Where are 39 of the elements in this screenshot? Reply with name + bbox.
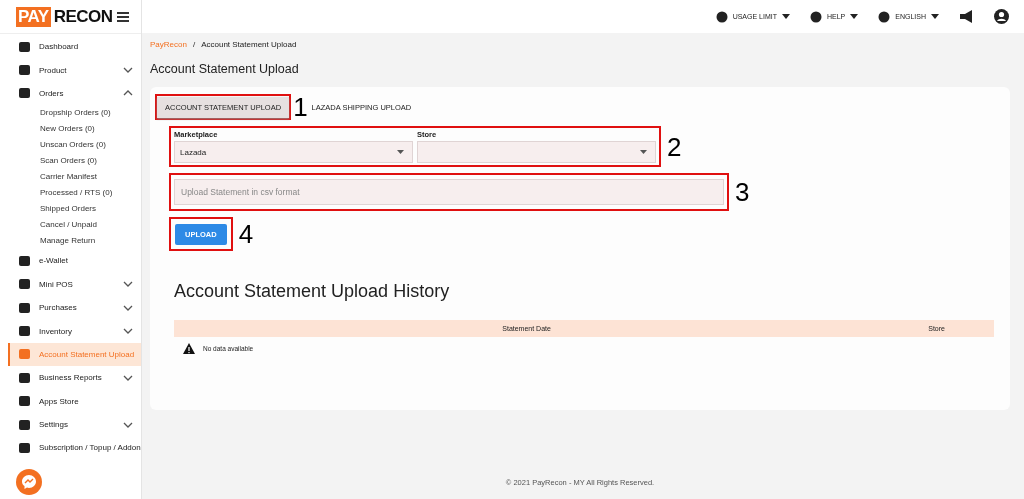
sidebar-item[interactable]: Settings xyxy=(8,412,141,437)
page-title: Account Statement Upload xyxy=(150,62,300,76)
logo: PAY RECON xyxy=(16,6,113,27)
sidebar-subitem[interactable]: Manage Return xyxy=(0,233,141,250)
sidebar-item[interactable]: e-Wallet xyxy=(8,249,141,273)
sidebar-item[interactable]: Product xyxy=(8,58,141,82)
sidebar-item[interactable]: Apps Store xyxy=(8,389,141,413)
select-field[interactable]: Lazada xyxy=(174,141,413,163)
sidebar-subitem[interactable]: Processed / RTS (0) xyxy=(0,185,141,202)
chat-bubble-icon[interactable] xyxy=(16,469,42,495)
sidebar-item[interactable]: Subscription / Topup / Addon xyxy=(8,436,141,460)
select-field[interactable] xyxy=(417,141,656,163)
sidebar-item[interactable]: Orders xyxy=(8,81,141,106)
sidebar-subitem[interactable]: Scan Orders (0) xyxy=(0,153,141,170)
menu-icon[interactable] xyxy=(117,11,129,22)
sidebar-subitem[interactable]: Carrier Manifest xyxy=(0,169,141,186)
caret-icon xyxy=(397,150,404,154)
callout-number: 1 xyxy=(293,94,308,120)
sidebar-subitem[interactable]: Dropship Orders (0) xyxy=(0,105,141,122)
sidebar-subitem[interactable]: Cancel / Unpaid xyxy=(0,217,141,234)
sidebar-subitem[interactable]: Shipped Orders xyxy=(0,201,141,218)
megaphone-icon[interactable] xyxy=(959,10,974,23)
sidebar-item[interactable]: Mini POS xyxy=(8,272,141,296)
sidebar-item[interactable]: Business Reports xyxy=(8,366,141,390)
breadcrumb-separator: / xyxy=(192,40,196,49)
file-input-field[interactable]: Upload Statement in csv format xyxy=(174,179,724,205)
sidebar-item[interactable]: Dashboard xyxy=(8,35,141,59)
section-title: Account Statement Upload History xyxy=(174,281,451,302)
sidebar-item[interactable]: Inventory xyxy=(8,319,141,343)
caret-icon xyxy=(640,150,647,154)
callout-number: 4 xyxy=(238,221,254,247)
sidebar-subitem[interactable]: Unscan Orders (0) xyxy=(0,137,141,154)
breadcrumb-current: Account Statement Upload xyxy=(201,40,297,49)
sidebar-item[interactable]: Purchases xyxy=(8,295,141,320)
user-icon[interactable] xyxy=(994,9,1009,24)
callout-number: 3 xyxy=(735,179,750,205)
sidebar-subitem[interactable]: New Orders (0) xyxy=(0,121,141,138)
callout-number: 2 xyxy=(667,133,682,160)
warning-icon xyxy=(183,343,195,354)
